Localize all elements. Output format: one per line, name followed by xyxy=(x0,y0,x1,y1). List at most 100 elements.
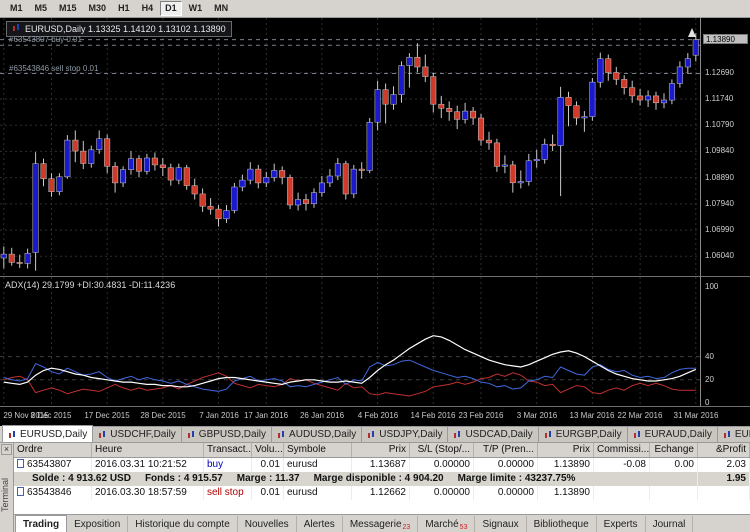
cell-ordre: 63543807 xyxy=(14,458,92,472)
candle xyxy=(653,92,659,110)
date-axis-label: 3 Mar 2016 xyxy=(517,411,557,420)
timeframe-button-w1[interactable]: W1 xyxy=(184,1,208,16)
chart-tab-audusd[interactable]: AUDUSD,Daily xyxy=(271,426,362,442)
date-axis-label: 31 Mar 2016 xyxy=(674,411,719,420)
terminal-tab-march-[interactable]: Marché53 xyxy=(418,516,475,532)
price-axis-label: 1.06990 xyxy=(705,225,734,235)
candle xyxy=(423,55,429,83)
terminal-tab-journal[interactable]: Journal xyxy=(646,516,694,532)
timeframe-button-h1[interactable]: H1 xyxy=(113,1,135,16)
date-axis-label: 22 Mar 2016 xyxy=(618,411,663,420)
adx-indicator-pane[interactable] xyxy=(0,277,700,406)
column-header-volu[interactable]: Volu... xyxy=(252,443,284,457)
cell-volu: 0.01 xyxy=(252,486,284,500)
orders-table: OrdreHeureTransact...Volu...SymbolePrixS… xyxy=(14,443,750,514)
timeframe-button-m1[interactable]: M1 xyxy=(5,1,28,16)
column-header-slstop[interactable]: S/L (Stop/... xyxy=(410,443,474,457)
candle xyxy=(502,155,508,173)
candle xyxy=(359,162,365,179)
candle xyxy=(534,150,540,168)
order-number: 63543846 xyxy=(27,487,72,498)
cell-transact: buy xyxy=(204,458,252,472)
chart-tab-icon xyxy=(633,430,642,439)
candle xyxy=(57,173,63,195)
pane-separator[interactable] xyxy=(0,276,750,277)
time-axis[interactable]: 29 Nov 20158 Dec 201517 Dec 201528 Dec 2… xyxy=(0,407,750,426)
chart-tab-icon xyxy=(98,430,107,439)
price-axis[interactable]: 1.138901.126901.117401.107901.098401.088… xyxy=(700,18,750,406)
order-row[interactable]: 635438072016.03.31 10:21:52buy0.01eurusd… xyxy=(14,458,750,472)
terminal-tab-nouvelles[interactable]: Nouvelles xyxy=(238,516,297,532)
candle xyxy=(272,164,278,182)
terminal-tab-messagerie[interactable]: Messagerie23 xyxy=(343,516,419,532)
candle xyxy=(637,89,643,106)
candle xyxy=(232,183,238,213)
chart-tab-usdchf[interactable]: USDCHF,Daily xyxy=(92,426,182,442)
candle xyxy=(558,87,564,196)
chart-tab-icon xyxy=(453,430,462,439)
terminal-tab-alertes[interactable]: Alertes xyxy=(297,516,343,532)
price-axis-label: 1.08890 xyxy=(705,173,734,183)
column-header-ordre[interactable]: Ordre xyxy=(14,443,92,457)
cell-prix: 1.12662 xyxy=(352,486,410,500)
column-header-transact[interactable]: Transact... xyxy=(204,443,252,457)
timeframe-button-mn[interactable]: MN xyxy=(209,1,233,16)
chart-tab-label: USDCHF,Daily xyxy=(110,429,176,440)
terminal-tab-signaux[interactable]: Signaux xyxy=(475,516,526,532)
candle xyxy=(200,188,206,212)
chart-tab-eurgbp[interactable]: EURGBP,Daily xyxy=(538,426,628,442)
column-header-profit[interactable]: &Profit xyxy=(698,443,750,457)
column-header-tppren[interactable]: T/P (Pren... xyxy=(474,443,538,457)
balance-profit: 1.95 xyxy=(698,472,750,486)
terminal-tab-exposition[interactable]: Exposition xyxy=(67,516,128,532)
balance-row[interactable]: Solde : 4 913.62 USDFonds : 4 915.57Marg… xyxy=(14,472,750,486)
order-row[interactable]: 635438462016.03.30 18:57:59sell stop0.01… xyxy=(14,486,750,500)
timeframe-button-d1[interactable]: D1 xyxy=(160,1,182,16)
table-header-row: OrdreHeureTransact...Volu...SymbolePrixS… xyxy=(14,443,750,458)
indicator-axis-label: 40 xyxy=(705,352,714,362)
column-header-symbole[interactable]: Symbole xyxy=(284,443,352,457)
column-header-prix[interactable]: Prix xyxy=(538,443,594,457)
candle xyxy=(319,176,325,197)
terminal-tab-experts[interactable]: Experts xyxy=(597,516,646,532)
price-axis-label: 1.09840 xyxy=(705,146,734,156)
order-icon xyxy=(17,459,24,468)
candle xyxy=(494,139,500,172)
candle xyxy=(89,146,95,168)
terminal-tab-bibliotheque[interactable]: Bibliotheque xyxy=(527,516,597,532)
current-price-label: 1.13890 xyxy=(703,34,748,44)
column-header-heure[interactable]: Heure xyxy=(92,443,204,457)
chart-tab-euraud[interactable]: EURAUD,Daily xyxy=(627,426,718,442)
cell-symbole: eurusd xyxy=(284,486,352,500)
cell-prix: 1.13687 xyxy=(352,458,410,472)
cell-ordre: 63543846 xyxy=(14,486,92,500)
cell-heure: 2016.03.31 10:21:52 xyxy=(92,458,204,472)
chart-area[interactable]: EURUSD,Daily 1.13325 1.14120 1.13102 1.1… xyxy=(0,18,750,426)
candle xyxy=(614,67,620,85)
close-terminal-button[interactable]: × xyxy=(1,444,12,455)
chart-tab-gbpusd[interactable]: GBPUSD,Daily xyxy=(181,426,272,442)
chart-tab-label: EURUSD,Daily xyxy=(20,429,87,440)
candle xyxy=(518,171,524,189)
price-axis-label: 1.06040 xyxy=(705,251,734,261)
chart-icon xyxy=(12,23,21,34)
chart-tab-eurusd[interactable]: EURUSD,Daily xyxy=(2,425,93,442)
timeframe-button-m5[interactable]: M5 xyxy=(30,1,53,16)
column-header-prix[interactable]: Prix xyxy=(352,443,410,457)
terminal-tab-historique-du-compte[interactable]: Historique du compte xyxy=(128,516,238,532)
date-axis-label: 17 Dec 2015 xyxy=(84,411,129,420)
column-header-commissi[interactable]: Commissi... xyxy=(594,443,650,457)
candle xyxy=(303,194,309,211)
chart-tab-usdjpy[interactable]: USDJPY,Daily xyxy=(361,426,448,442)
candle xyxy=(264,172,270,187)
price-chart[interactable] xyxy=(0,18,700,276)
terminal-tab-trading[interactable]: Trading xyxy=(15,515,67,532)
column-header-echange[interactable]: Echange xyxy=(650,443,698,457)
chart-tab-usdcad[interactable]: USDCAD,Daily xyxy=(447,426,538,442)
chart-tab-label: EURGBP,Daily xyxy=(556,429,622,440)
timeframe-button-h4[interactable]: H4 xyxy=(137,1,159,16)
timeframe-button-m30[interactable]: M30 xyxy=(84,1,112,16)
candle xyxy=(73,130,79,162)
timeframe-button-m15[interactable]: M15 xyxy=(54,1,82,16)
chart-tab-eurchf[interactable]: EURCHF,Daily xyxy=(717,426,750,442)
